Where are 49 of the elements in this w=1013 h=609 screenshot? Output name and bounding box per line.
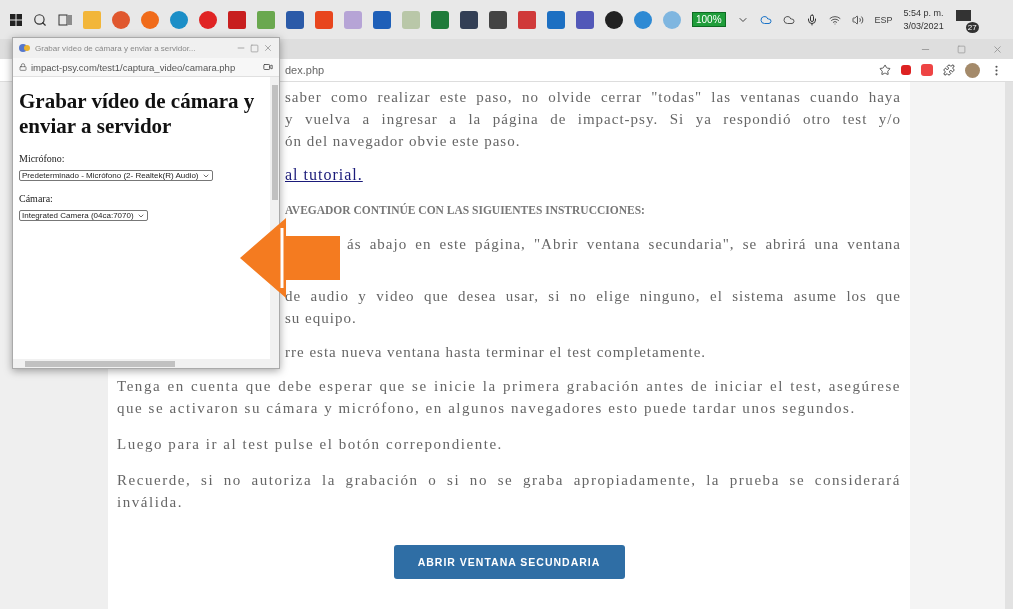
window-title: Grabar vídeo de cámara y enviar a servidor... (35, 43, 197, 53)
cloud-icon[interactable] (759, 13, 772, 26)
paragraph-fragment: de audio y video que desea usar, si no elige ninguno, el sistema asume los que su equipo. (285, 287, 901, 328)
open-window-button[interactable]: ABRIR VENTANA SECUNDARIA (393, 545, 625, 579)
square-app-icon[interactable] (286, 10, 304, 29)
camera-icon[interactable] (263, 62, 273, 72)
paragraph-fragment: rre esta nueva ventana hasta terminar el test completamente. (285, 343, 708, 362)
lock-icon[interactable] (19, 63, 27, 71)
task-view-icon[interactable] (58, 13, 72, 26)
square-app-icon[interactable] (576, 10, 594, 29)
taskbar-clock[interactable]: 5:54 p. m. 3/03/2021 (903, 6, 944, 33)
windows-logo-icon[interactable] (10, 13, 22, 26)
wifi-icon[interactable] (828, 13, 841, 26)
square-app-icon[interactable] (373, 10, 391, 29)
cloud-icon[interactable] (782, 13, 795, 26)
field-label: Cámara: (19, 193, 54, 204)
app-icon[interactable] (19, 43, 31, 53)
search-icon[interactable] (33, 12, 47, 27)
tutorial-link[interactable]: al tutorial. (285, 166, 363, 183)
scrollbar[interactable] (1005, 82, 1013, 609)
field-label: Micrófono: (19, 153, 66, 164)
close-icon[interactable] (263, 43, 273, 53)
battery-badge[interactable]: 100% (692, 12, 726, 27)
device-select[interactable]: Predeterminado - Micrófono (2- Realtek(R) Audio) (19, 170, 213, 181)
paragraph-fragment: ás abajo en este página, "Abrir ventana secundaria", se abrirá una ventana (347, 235, 901, 254)
extension-icon[interactable] (901, 65, 911, 75)
device-select[interactable]: Integrated Camera (04ca:7070) (19, 210, 148, 221)
paragraph: Luego para ir al test pulse el botón correpondiente. (117, 435, 504, 454)
page-heading: Grabar vídeo de cámara y enviar a servidor (19, 89, 256, 139)
paragraph-fragment: saber como realizar este paso, no olvide cerrar "todas" las ventanas cuando haya y vuelva a ingresar a la página de impact-psy. Si ya respondió otro test y/o ón del navegador obvie este paso. (285, 88, 901, 151)
paragraph: Tenga en cuenta que debe esperar que se inicie la primera grabación antes de iniciar el test, asegúrese que se activaron su cámara y micrófono, en algunos navegadores esto puede tardar unos segundos. (117, 377, 901, 418)
extension-icon[interactable] (921, 64, 933, 76)
horizontal-scrollbar[interactable] (13, 359, 279, 368)
paragraph: Recuerde, si no autoriza la grabación o si no se graba apropiadamente, la prueba se considerará inválida. (117, 471, 901, 512)
instructions-heading: AVEGADOR CONTINÚE CON LAS SIGUIENTES INSTRUCCIONES: (285, 202, 645, 218)
square-app-icon[interactable] (518, 10, 536, 29)
round-app-icon[interactable] (605, 10, 623, 29)
square-app-icon[interactable] (431, 10, 449, 29)
language-indicator[interactable]: ESP (874, 14, 893, 25)
star-icon[interactable] (879, 64, 891, 76)
square-app-icon[interactable] (547, 10, 565, 29)
profile-avatar[interactable] (965, 62, 980, 78)
notification-button[interactable]: 27 (954, 8, 977, 31)
square-app-icon[interactable] (460, 10, 478, 29)
speaker-icon[interactable] (851, 13, 864, 26)
puzzle-icon[interactable] (943, 64, 955, 76)
microphone-icon[interactable] (805, 13, 818, 26)
square-app-icon[interactable] (228, 10, 246, 29)
address-field[interactable]: dex.php (285, 64, 869, 76)
